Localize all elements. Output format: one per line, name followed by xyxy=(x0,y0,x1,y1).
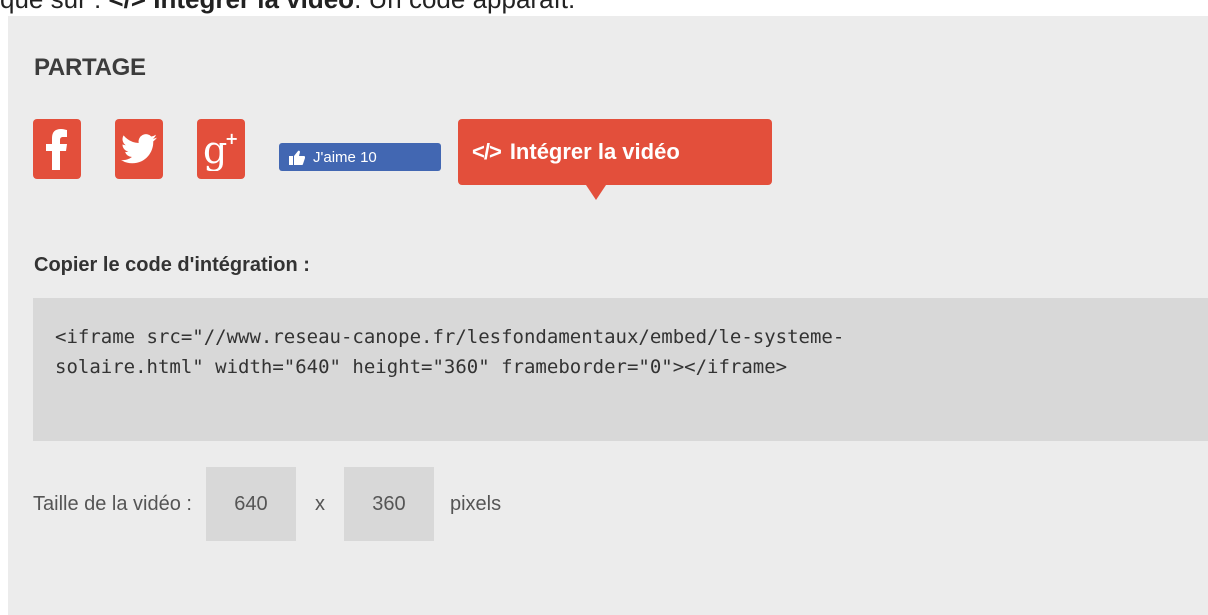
video-height-input[interactable]: 360 xyxy=(343,467,434,541)
caption-suffix: . Un code apparaît. xyxy=(354,0,575,14)
caption-prefix: que sur : xyxy=(0,0,108,14)
code-icon: </> xyxy=(472,139,502,164)
video-size-label: Taille de la vidéo : xyxy=(33,492,192,515)
svg-text:+: + xyxy=(225,129,238,148)
google-plus-share-button[interactable]: g + xyxy=(197,119,245,179)
facebook-share-button[interactable] xyxy=(33,119,81,179)
facebook-icon xyxy=(46,129,67,170)
video-size-row: Taille de la vidéo : 640 x 360 pixels xyxy=(33,467,501,541)
embed-code-line-2: solaire.html" width="640" height="360" f… xyxy=(55,356,788,378)
embed-button-label: Intégrer la vidéo xyxy=(509,139,680,164)
embed-code-textarea[interactable]: <iframe src="//www.reseau-canope.fr/lesf… xyxy=(33,298,1208,441)
size-unit: pixels xyxy=(449,492,502,515)
share-heading: PARTAGE xyxy=(34,54,146,81)
thumbs-up-icon xyxy=(289,150,305,165)
twitter-icon xyxy=(121,134,157,164)
like-count: 10 xyxy=(360,148,377,166)
facebook-like-button[interactable]: J'aime 10 xyxy=(279,143,441,171)
embed-code-line-1: <iframe src="//www.reseau-canope.fr/lesf… xyxy=(55,326,845,348)
caption-text: que sur : </> Intégrer la vidéo. Un code… xyxy=(0,0,575,14)
embed-code-label: Copier le code d'intégration : xyxy=(34,254,310,276)
share-panel: PARTAGE g + J'aime 10 </> Intégrer la vi… xyxy=(8,16,1208,615)
svg-text:g: g xyxy=(203,128,227,171)
embed-video-button[interactable]: </> Intégrer la vidéo xyxy=(458,119,772,200)
like-label: J'aime xyxy=(313,148,356,166)
caption-bold: </> Intégrer la vidéo xyxy=(108,0,354,14)
video-width-input[interactable]: 640 xyxy=(205,467,296,541)
size-separator: x xyxy=(314,492,325,515)
twitter-share-button[interactable] xyxy=(115,119,163,179)
google-plus-icon: g + xyxy=(203,128,238,171)
